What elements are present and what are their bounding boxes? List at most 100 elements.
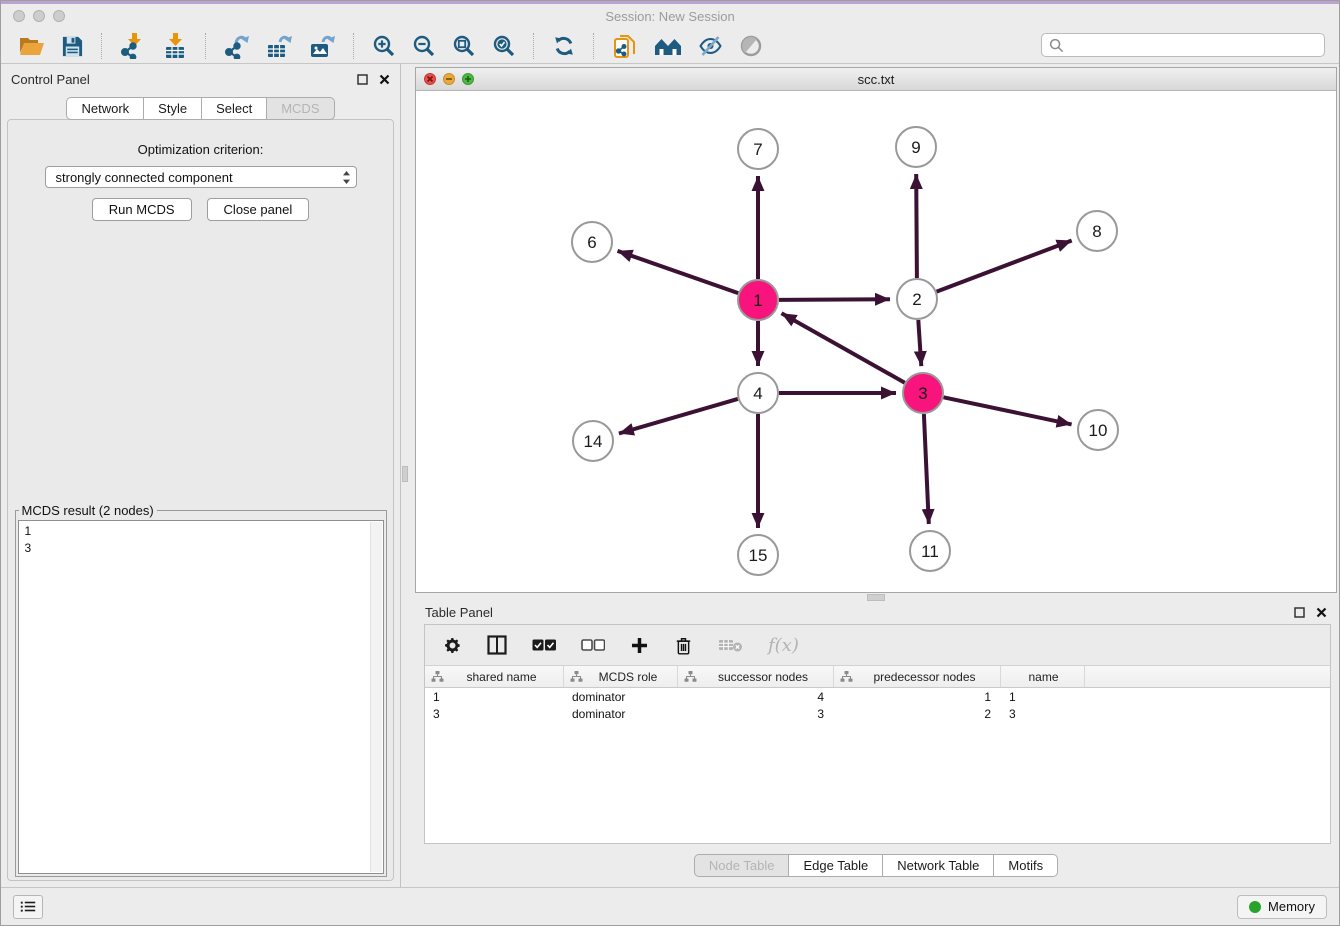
node-6[interactable]: 6 [572,222,612,262]
export-image-button[interactable] [304,31,341,61]
window-titlebar: Session: New Session [1,4,1339,29]
optimization-criterion-select[interactable]: strongly connected component [45,166,357,188]
edge-3-to-11[interactable] [924,414,929,524]
show-all-columns-button[interactable] [532,639,556,651]
hide-all-columns-button[interactable] [581,639,605,651]
apply-layout-button[interactable] [547,32,581,60]
edge-4-to-14[interactable] [619,399,738,434]
close-panel-button[interactable]: Close panel [207,198,310,221]
edge-1-to-6[interactable] [618,251,739,293]
node-9[interactable]: 9 [896,127,936,167]
table-header-row: shared nameMCDS rolesuccessor nodesprede… [425,666,1330,688]
node-15[interactable]: 15 [738,535,778,575]
divider-grip[interactable] [402,466,408,482]
node-1[interactable]: 1 [738,280,778,320]
column-header-name[interactable]: name [1001,666,1085,687]
right-column: scc.txt 7968124314101511 Table Panel [408,64,1339,887]
zoom-selected-icon [492,34,516,58]
table-tabs: Node TableEdge TableNetwork TableMotifs [694,854,1058,877]
minimize-view-button[interactable] [443,73,455,85]
open-session-button[interactable] [14,33,50,59]
svg-text:10: 10 [1089,421,1108,440]
import-network-button[interactable] [115,31,151,61]
memory-button[interactable]: Memory [1237,895,1327,919]
tab-style[interactable]: Style [143,97,202,120]
toggle-panes-button[interactable] [487,635,507,655]
node-14[interactable]: 14 [573,421,613,461]
divider-grip[interactable] [867,594,885,601]
zoom-out-button[interactable] [407,32,441,60]
column-header-mcds-role[interactable]: MCDS role [564,666,678,687]
hide-graphics-details-button[interactable] [693,32,728,60]
edge-2-to-8[interactable] [937,241,1072,292]
node-10[interactable]: 10 [1078,410,1118,450]
zoom-in-button[interactable] [367,32,401,60]
table-row[interactable]: 1dominator411 [425,688,1330,705]
node-3[interactable]: 3 [903,373,943,413]
panel-divider-vertical[interactable] [401,64,408,887]
task-list-icon [20,899,36,914]
network-canvas[interactable]: 7 9 6 8 1 2 4 3 14 10 15 11 [416,91,1336,592]
tab-node-table[interactable]: Node Table [694,854,790,877]
tab-motifs[interactable]: Motifs [993,854,1058,877]
run-mcds-button[interactable]: Run MCDS [92,198,192,221]
node-7[interactable]: 7 [738,129,778,169]
cell-name: 1 [1001,690,1085,704]
svg-text:1: 1 [753,291,762,310]
zoom-fit-content-button[interactable] [447,32,481,60]
edge-2-to-9[interactable] [916,174,917,278]
edge-2-to-3[interactable] [918,320,921,366]
node-2[interactable]: 2 [897,279,937,319]
save-session-button[interactable] [56,33,89,60]
tab-select[interactable]: Select [201,97,267,120]
tab-mcds[interactable]: MCDS [266,97,334,120]
import-network-icon [120,33,146,59]
tab-network[interactable]: Network [66,97,144,120]
houses-icon [654,35,682,57]
edge-3-to-10[interactable] [944,397,1072,424]
create-column-button[interactable] [630,636,649,655]
mcds-result-box[interactable]: 1 3 [18,520,384,874]
close-view-button[interactable] [424,73,436,85]
float-panel-icon[interactable] [357,74,368,85]
svg-text:3: 3 [918,384,927,403]
edge-3-to-1[interactable] [782,313,905,382]
birds-eye-view-button[interactable] [734,32,768,60]
plus-icon [630,636,649,655]
table-row[interactable]: 3dominator323 [425,705,1330,722]
function-builder-button[interactable]: f(x) [768,635,799,656]
zoom-selected-button[interactable] [487,32,521,60]
new-network-from-selection-button[interactable] [607,31,643,61]
mcds-result-title: MCDS result (2 nodes) [19,503,157,518]
node-11[interactable]: 11 [910,531,950,571]
result-scrollbar[interactable] [370,522,382,872]
panel-divider-horizontal[interactable] [415,593,1337,600]
table-options-button[interactable] [443,636,462,655]
search-input[interactable] [1069,37,1317,54]
delete-columns-button[interactable] [674,635,693,656]
minimize-window-button[interactable] [33,10,45,22]
tab-network-table[interactable]: Network Table [882,854,994,877]
close-panel-icon[interactable] [1316,607,1327,618]
float-panel-icon[interactable] [1294,607,1305,618]
cell-successor-nodes: 3 [678,707,834,721]
network-overview-button[interactable] [649,33,687,59]
delete-table-button[interactable] [718,637,743,653]
column-header-shared-name[interactable]: shared name [425,666,564,687]
table-body: 1dominator4113dominator323 [425,688,1330,722]
column-header-predecessor-nodes[interactable]: predecessor nodes [834,666,1001,687]
zoom-window-button[interactable] [53,10,65,22]
import-table-button[interactable] [157,31,193,61]
column-header-successor-nodes[interactable]: successor nodes [678,666,834,687]
export-network-button[interactable] [219,31,255,61]
close-panel-icon[interactable] [379,74,390,85]
tab-edge-table[interactable]: Edge Table [788,854,883,877]
task-history-button[interactable] [13,895,43,919]
maximize-view-button[interactable] [462,73,474,85]
node-4[interactable]: 4 [738,373,778,413]
close-window-button[interactable] [13,10,25,22]
edge-1-to-2[interactable] [779,299,890,300]
export-table-button[interactable] [261,31,298,61]
node-8[interactable]: 8 [1077,211,1117,251]
memory-status-icon [1249,901,1261,913]
